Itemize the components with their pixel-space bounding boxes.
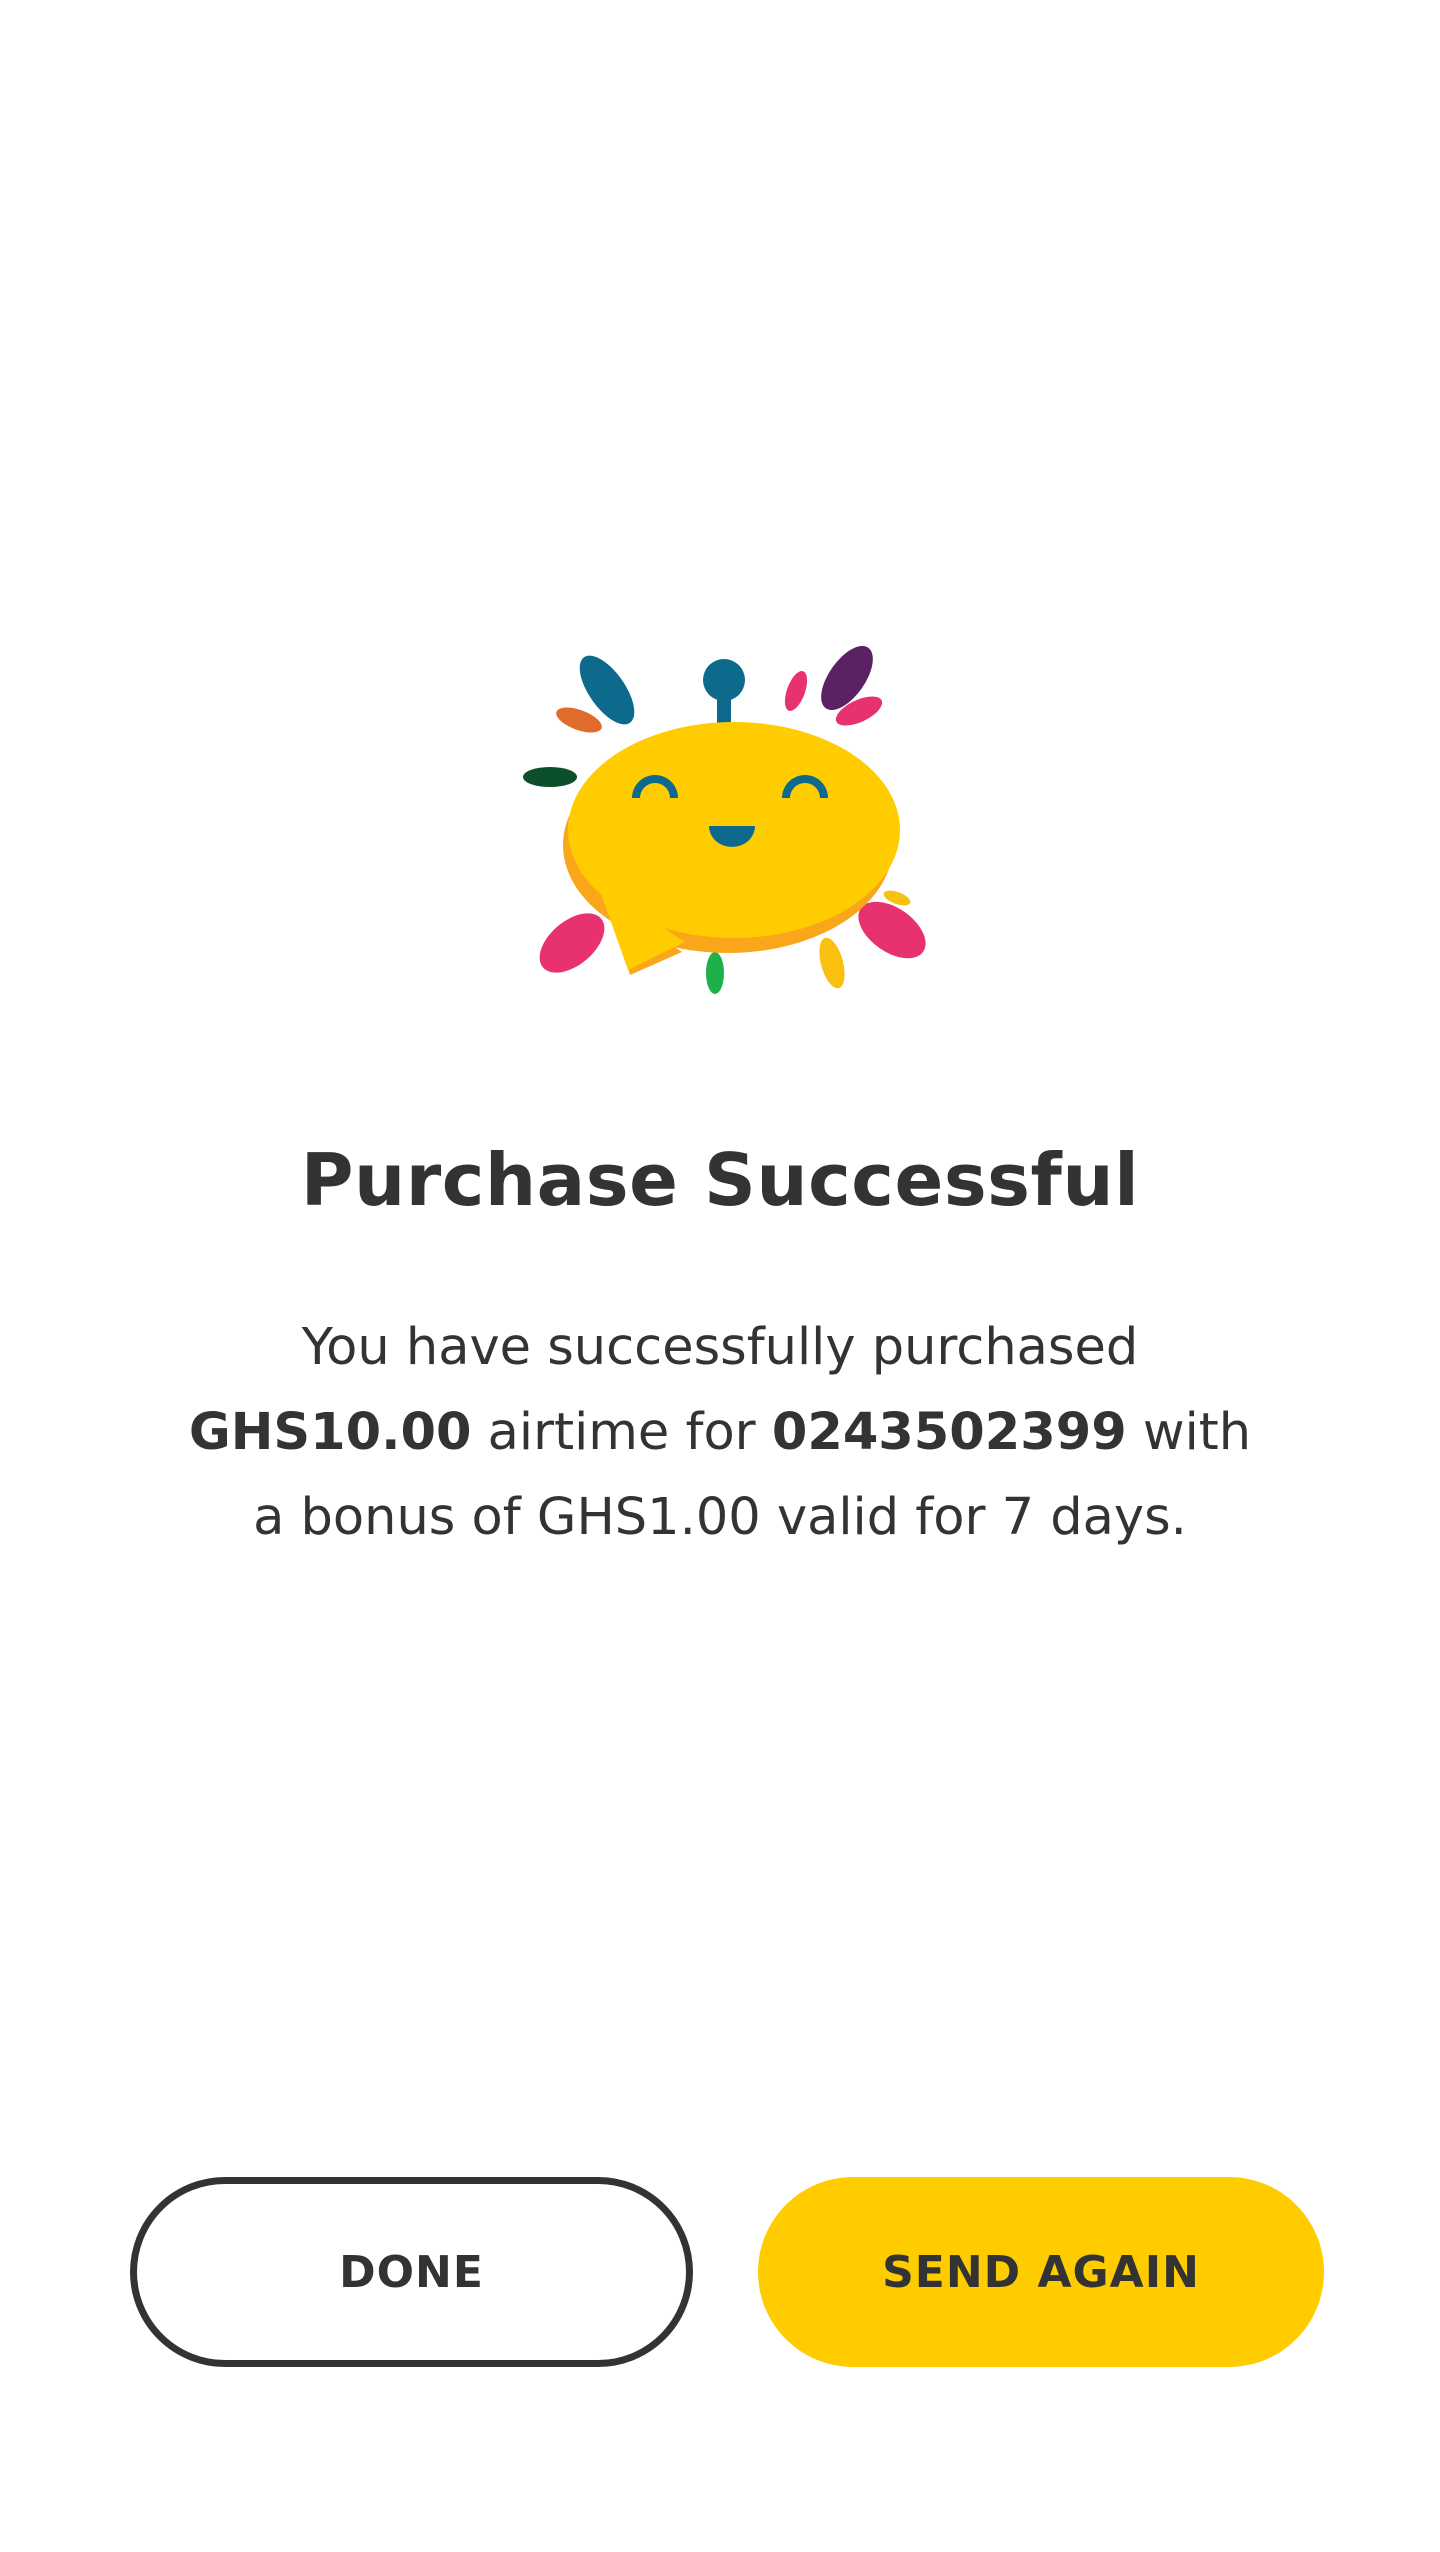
message-text-with: with — [1126, 1403, 1252, 1462]
recipient-number: 0243502399 — [771, 1403, 1127, 1462]
message-bonus-line: a bonus of GHS1.00 valid for 7 days. — [253, 1488, 1187, 1547]
purchase-amount: GHS10.00 — [188, 1403, 472, 1462]
confetti-orange — [556, 707, 602, 733]
send-again-button[interactable]: SEND AGAIN — [758, 2177, 1324, 2367]
send-again-button-label: SEND AGAIN — [882, 2246, 1200, 2298]
page-title: Purchase Successful — [300, 1138, 1140, 1222]
confetti-dark-green — [523, 767, 577, 787]
message-line-1: You have successfully purchased — [301, 1318, 1139, 1377]
purchase-message: You have successfully purchased GHS10.00… — [140, 1305, 1300, 1560]
message-text-airtime: airtime for — [471, 1403, 772, 1462]
done-button[interactable]: DONE — [130, 2177, 693, 2367]
done-button-label: DONE — [339, 2246, 484, 2298]
confetti-green — [706, 952, 724, 994]
happy-chat-bubble-illustration — [523, 645, 926, 994]
confetti-yellow-bottom — [819, 937, 845, 989]
antenna-ball — [703, 659, 745, 701]
confetti-pink-small — [784, 671, 808, 711]
